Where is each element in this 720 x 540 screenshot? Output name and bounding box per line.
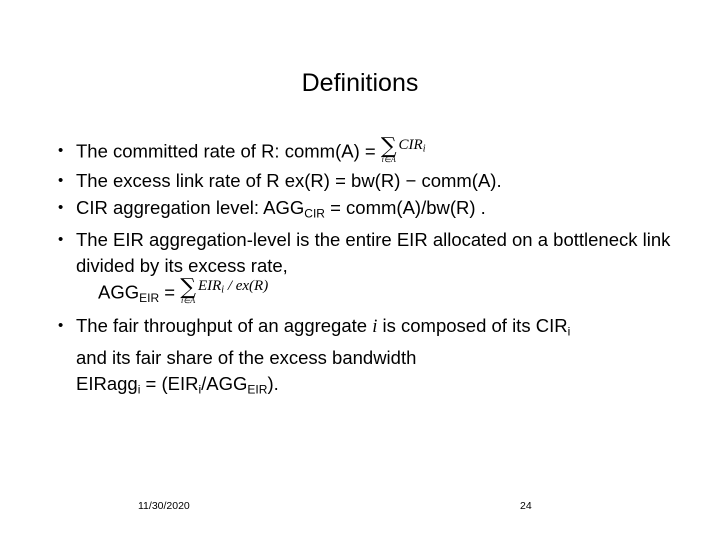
eiragg-eq: = (EIR — [140, 372, 199, 394]
bullet-text-3a: CIR aggregation level: AGG — [76, 196, 305, 218]
equation-term: EIR — [197, 278, 222, 295]
sigma-limit: i∈A — [381, 154, 396, 164]
agg-eir-formula-line: AGGEIR = ∑ i∈A EIRi / ex(R) — [38, 274, 686, 313]
last-bullet-line1a: The fair throughput of an aggregate — [76, 315, 373, 337]
bullet-text-3-sub: CIR — [304, 205, 325, 220]
eiragg-close: ). — [267, 372, 279, 394]
list-item: • The committed rate of R: comm(A) = ∑ i∈… — [38, 133, 686, 167]
eiragg-sub3: EIR — [247, 382, 268, 397]
footer-page-number: 24 — [520, 500, 532, 512]
summation-symbol: ∑ i∈A — [380, 133, 397, 164]
equation-rest: / ex(R) — [224, 278, 269, 295]
agg-eir-equals: = — [159, 281, 181, 303]
agg-eir-label-sub: EIR — [139, 291, 160, 306]
bullet-text-3b: = comm(A)/bw(R) . — [324, 196, 486, 218]
bullet-list: • The committed rate of R: comm(A) = ∑ i∈… — [38, 133, 686, 278]
eiragg-div: /AGG — [201, 372, 248, 394]
sigma-limit: i∈A — [181, 295, 196, 305]
bullet-list-2: • The fair throughput of an aggregate i … — [38, 313, 686, 402]
list-item: • CIR aggregation level: AGGCIR = comm(A… — [38, 195, 686, 227]
list-item: • The excess link rate of R ex(R) = bw(R… — [38, 168, 686, 194]
bullet-text-1: The committed rate of R: comm(A) = — [76, 140, 381, 162]
bullet-marker: • — [58, 172, 64, 189]
bullet-text-4: The EIR aggregation-level is the entire … — [76, 229, 671, 276]
equation-body: CIRi — [397, 133, 426, 162]
last-bullet-line2: and its fair share of the excess bandwid… — [76, 347, 417, 369]
bullet-marker: • — [58, 317, 64, 335]
summation-symbol: ∑ i∈A — [180, 274, 196, 305]
eiragg-label: EIRagg — [76, 372, 138, 394]
list-item: • The fair throughput of an aggregate i … — [38, 313, 686, 402]
footer-date: 11/30/2020 — [138, 500, 190, 512]
bullet-text-2: The excess link rate of R ex(R) = bw(R) … — [76, 170, 502, 191]
bullet-marker: • — [58, 231, 64, 249]
slide-body: • The committed rate of R: comm(A) = ∑ i∈… — [38, 133, 686, 404]
sigma-glyph: ∑ — [380, 133, 397, 159]
equation-agg-eir: ∑ i∈A EIRi / ex(R) — [180, 274, 268, 306]
equation-term: CIR — [398, 137, 423, 153]
last-bullet-line3: EIRaggi = (EIRi/AGGEIR). — [76, 371, 686, 403]
equation-subscript: i — [422, 143, 426, 155]
equation-body: EIRi / ex(R) — [196, 274, 268, 303]
page-title: Definitions — [301, 69, 419, 97]
sigma-glyph: ∑ — [180, 274, 196, 300]
last-bullet-line1-sub: i — [567, 324, 571, 339]
equation-comm-a: ∑ i∈A CIRi — [380, 133, 426, 165]
slide: Definitions • The committed rate of R: c… — [0, 0, 720, 540]
last-bullet-line1b: is composed of its CIR — [377, 315, 568, 337]
bullet-marker: • — [58, 142, 64, 159]
list-item: • The EIR aggregation-level is the entir… — [38, 227, 686, 278]
bullet-marker: • — [58, 198, 64, 216]
agg-eir-label: AGG — [98, 281, 140, 303]
